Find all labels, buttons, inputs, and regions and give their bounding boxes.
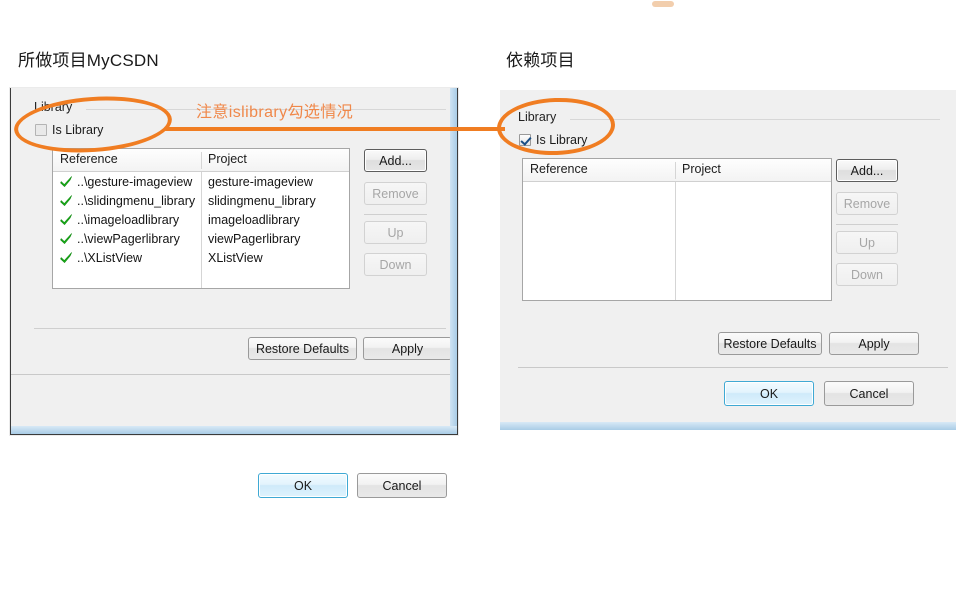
left-down-button[interactable]: Down — [364, 253, 427, 276]
right-col-header-reference[interactable]: Reference — [530, 162, 588, 176]
left-footer-top-separator — [34, 328, 446, 329]
reference-path-text: ..\slidingmenu_library — [77, 193, 196, 208]
stray-orange-mark — [652, 1, 674, 7]
right-cancel-label: Cancel — [849, 386, 889, 401]
left-down-button-label: Down — [379, 257, 412, 272]
right-header-col-divider — [675, 162, 676, 179]
table-cell-project: imageloadlibrary — [208, 212, 300, 227]
reference-path-text: ..\viewPagerlibrary — [77, 231, 180, 246]
right-is-library-checkbox-row[interactable]: Is Library — [519, 133, 587, 147]
table-cell-reference: ..\imageloadlibrary — [60, 213, 179, 227]
right-references-table[interactable]: Reference Project — [522, 158, 832, 301]
right-is-library-checkbox[interactable] — [519, 134, 531, 146]
right-add-button[interactable]: Add... — [836, 159, 898, 182]
left-group-divider — [86, 109, 446, 110]
left-table-body: ..\gesture-imageview gesture-imageview ..\… — [53, 172, 349, 288]
left-dialog-bottom-edge — [11, 426, 457, 434]
table-row[interactable]: ..\slidingmenu_library slidingmenu_librar… — [53, 191, 349, 210]
green-check-icon — [60, 232, 73, 245]
right-library-groupbox: Library Is Library Reference Project Add… — [518, 110, 940, 322]
right-cancel-button[interactable]: Cancel — [824, 381, 914, 406]
left-action-bar — [11, 375, 453, 427]
left-dialog-right-edge — [450, 88, 457, 434]
left-dialog-caption: 所做项目MyCSDN — [18, 51, 159, 70]
left-properties-dialog: Library Is Library Reference Project ..\… — [10, 88, 458, 498]
table-cell-project: XListView — [208, 250, 263, 265]
left-dialog-body: Library Is Library Reference Project ..\… — [11, 88, 457, 498]
left-up-button-label: Up — [387, 225, 404, 240]
reference-path-text: ..\XListView — [77, 250, 143, 265]
right-apply-label: Apply — [858, 336, 890, 351]
green-check-icon — [60, 251, 73, 264]
right-library-group-label: Library — [518, 110, 563, 124]
left-header-col-divider — [201, 152, 202, 169]
right-apply-button[interactable]: Apply — [829, 332, 919, 355]
table-row[interactable]: ..\viewPagerlibrary viewPagerlibrary — [53, 229, 349, 248]
right-remove-button[interactable]: Remove — [836, 192, 898, 215]
table-cell-reference: ..\gesture-imageview — [60, 175, 192, 189]
left-col-header-reference[interactable]: Reference — [60, 152, 118, 166]
left-restore-defaults-button[interactable]: Restore Defaults — [248, 337, 357, 360]
table-cell-project: viewPagerlibrary — [208, 231, 301, 246]
right-table-header: Reference Project — [523, 159, 831, 182]
left-references-table[interactable]: Reference Project ..\gesture-imageview ge… — [52, 148, 350, 289]
left-library-groupbox: Library Is Library Reference Project ..\… — [34, 100, 446, 312]
right-up-button[interactable]: Up — [836, 231, 898, 254]
left-add-button-label: Add... — [379, 153, 412, 168]
left-restore-defaults-label: Restore Defaults — [255, 341, 350, 356]
table-cell-reference: ..\viewPagerlibrary — [60, 232, 180, 246]
table-row[interactable]: ..\XListView XListView — [53, 248, 349, 267]
right-properties-dialog: Library Is Library Reference Project Add… — [500, 90, 956, 430]
right-ok-label: OK — [759, 386, 779, 401]
right-is-library-label: Is Library — [536, 133, 588, 147]
left-cancel-button[interactable]: Cancel — [357, 473, 447, 498]
right-sidebtn-separator — [836, 224, 898, 225]
table-cell-reference: ..\slidingmenu_library — [60, 194, 195, 208]
reference-path-text: ..\imageloadlibrary — [77, 212, 180, 227]
table-row[interactable]: ..\imageloadlibrary imageloadlibrary — [53, 210, 349, 229]
right-restore-defaults-button[interactable]: Restore Defaults — [718, 332, 822, 355]
right-body-col-divider — [675, 182, 676, 300]
right-dialog-body: Library Is Library Reference Project Add… — [500, 90, 956, 422]
right-restore-defaults-label: Restore Defaults — [723, 336, 817, 351]
table-cell-project: slidingmenu_library — [208, 193, 316, 208]
right-dialog-caption: 依赖项目 — [506, 51, 575, 70]
left-cancel-label: Cancel — [382, 478, 422, 493]
left-up-button[interactable]: Up — [364, 221, 427, 244]
left-table-header: Reference Project — [53, 149, 349, 172]
left-remove-button[interactable]: Remove — [364, 182, 427, 205]
right-ok-button[interactable]: OK — [724, 381, 814, 406]
table-row[interactable]: ..\gesture-imageview gesture-imageview — [53, 172, 349, 191]
green-check-icon — [60, 175, 73, 188]
right-col-header-project[interactable]: Project — [682, 162, 721, 176]
left-is-library-label: Is Library — [52, 123, 104, 137]
left-ok-button[interactable]: OK — [258, 473, 348, 498]
table-cell-project: gesture-imageview — [208, 174, 313, 189]
right-up-button-label: Up — [859, 235, 875, 250]
left-apply-button[interactable]: Apply — [363, 337, 452, 360]
left-apply-label: Apply — [391, 341, 424, 356]
reference-path-text: ..\gesture-imageview — [77, 174, 193, 189]
right-down-button[interactable]: Down — [836, 263, 898, 286]
right-remove-button-label: Remove — [843, 196, 891, 211]
left-is-library-checkbox[interactable] — [35, 124, 47, 136]
left-ok-label: OK — [293, 478, 313, 493]
screenshot-canvas: 所做项目MyCSDN 依赖项目 Library Is Library Refer… — [0, 0, 956, 589]
left-is-library-checkbox-row[interactable]: Is Library — [35, 123, 103, 137]
green-check-icon — [60, 213, 73, 226]
left-add-button[interactable]: Add... — [364, 149, 427, 172]
right-table-body — [523, 182, 831, 300]
left-sidebtn-separator — [364, 214, 427, 215]
right-add-button-label: Add... — [850, 163, 884, 178]
right-group-divider — [570, 119, 940, 120]
right-down-button-label: Down — [851, 267, 883, 282]
right-dialog-bottom-edge — [500, 422, 956, 430]
left-remove-button-label: Remove — [372, 186, 419, 201]
green-check-icon — [60, 194, 73, 207]
table-cell-reference: ..\XListView — [60, 251, 142, 265]
left-library-group-label: Library — [34, 100, 79, 114]
left-col-header-project[interactable]: Project — [208, 152, 247, 166]
